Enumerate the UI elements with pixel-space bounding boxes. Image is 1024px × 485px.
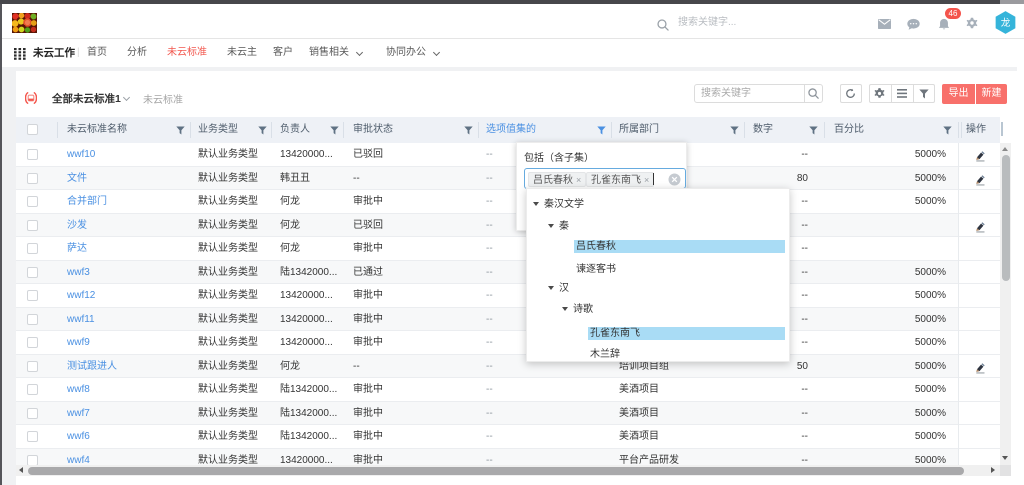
svg-text:龙: 龙 xyxy=(1001,17,1011,29)
